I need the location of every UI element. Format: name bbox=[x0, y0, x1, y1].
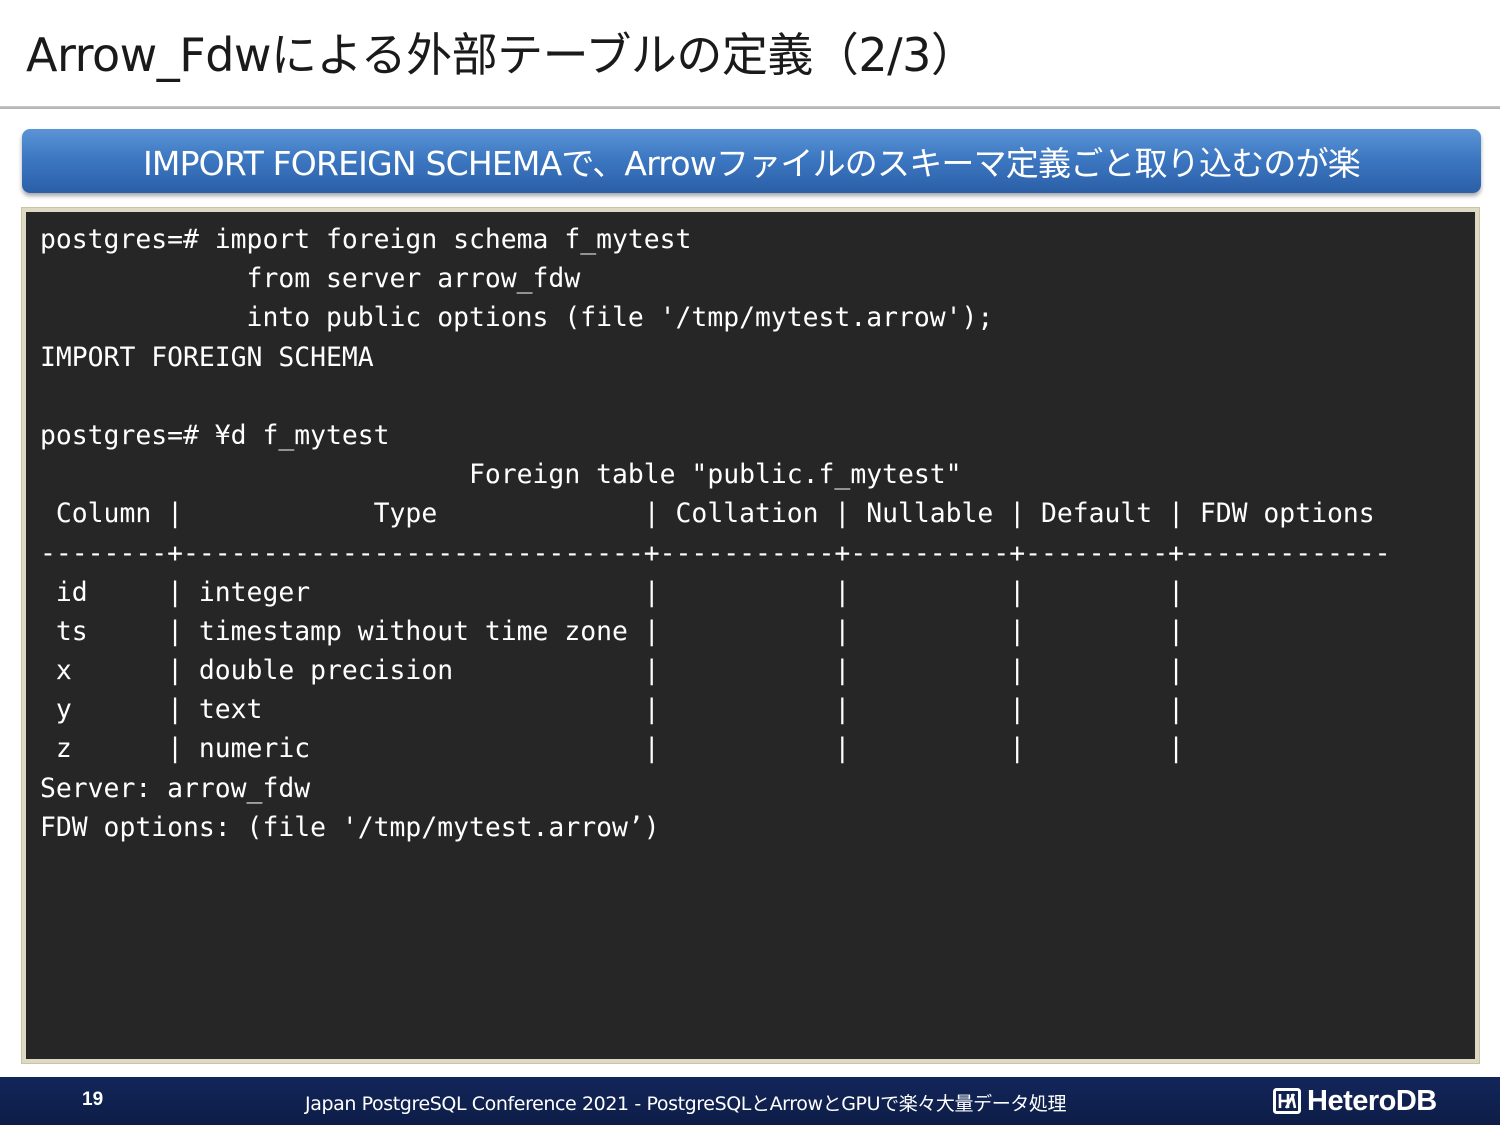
terminal-line: Server: arrow_fdw bbox=[40, 772, 311, 804]
terminal-line: from server arrow_fdw bbox=[40, 263, 581, 295]
logo-text: HeteroDB bbox=[1307, 1084, 1437, 1117]
terminal-window: postgres=# import foreign schema f_mytes… bbox=[22, 208, 1479, 1063]
heterodb-logo: HeteroDB bbox=[1273, 1085, 1437, 1117]
terminal-line: y | text | | | | bbox=[40, 694, 1184, 726]
terminal-line: Column | Type | Collation | Nullable | D… bbox=[40, 498, 1375, 530]
terminal-line: into public options (file '/tmp/mytest.a… bbox=[40, 302, 994, 334]
terminal-line: IMPORT FOREIGN SCHEMA bbox=[40, 341, 374, 373]
terminal-line: x | double precision | | | | bbox=[40, 655, 1184, 687]
terminal-line: Foreign table "public.f_mytest" bbox=[40, 459, 962, 491]
terminal-line: --------+-----------------------------+-… bbox=[40, 537, 1391, 569]
subtitle-banner: IMPORT FOREIGN SCHEMAで、Arrowファイルのスキーマ定義ご… bbox=[22, 129, 1481, 193]
terminal-line: ts | timestamp without time zone | | | | bbox=[40, 615, 1184, 647]
footer-bar: 19 Japan PostgreSQL Conference 2021 - Po… bbox=[0, 1077, 1500, 1125]
heterodb-logo-icon bbox=[1273, 1088, 1301, 1114]
terminal-output: postgres=# import foreign schema f_mytes… bbox=[40, 220, 1391, 847]
terminal-line: postgres=# ¥d f_mytest bbox=[40, 419, 390, 451]
terminal-line: id | integer | | | | bbox=[40, 576, 1184, 608]
terminal-line: FDW options: (file '/tmp/mytest.arrow’) bbox=[40, 811, 660, 843]
slide-title: Arrow_Fdwによる外部テーブルの定義（2/3） bbox=[26, 28, 977, 82]
title-divider bbox=[0, 106, 1500, 109]
banner-text: IMPORT FOREIGN SCHEMAで、Arrowファイルのスキーマ定義ご… bbox=[142, 144, 1361, 183]
terminal-line: postgres=# import foreign schema f_mytes… bbox=[40, 224, 692, 255]
page-number: 19 bbox=[82, 1089, 104, 1110]
footer-conference-text: Japan PostgreSQL Conference 2021 - Postg… bbox=[305, 1093, 1067, 1115]
terminal-line: z | numeric | | | | bbox=[40, 733, 1184, 765]
